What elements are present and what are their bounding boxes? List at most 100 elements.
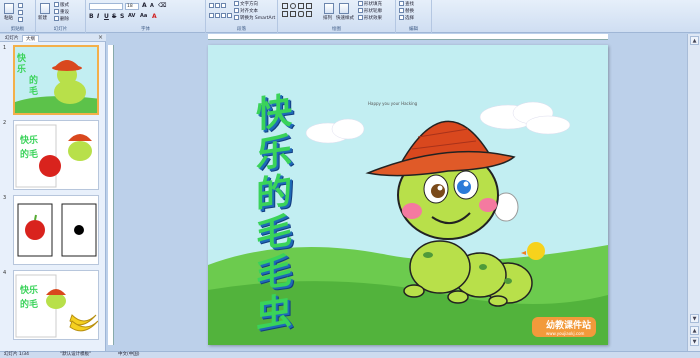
slide-caption: Happy you your Hacking [368, 101, 418, 106]
banana-book-thumb-image: 快乐 的毛 [15, 274, 98, 338]
slide-thumbnail-2[interactable]: 2 快乐 的毛 [3, 120, 103, 190]
font-size-box[interactable]: 18 [125, 3, 139, 10]
change-case-button[interactable]: Aa [140, 13, 147, 19]
svg-text:的毛: 的毛 [20, 298, 38, 310]
quick-styles-icon[interactable] [339, 3, 349, 14]
slide-number: 4 [3, 270, 7, 276]
svg-text:的: 的 [29, 74, 38, 86]
slide-thumb-image: 快乐 的毛 [13, 270, 99, 340]
smartart-button[interactable]: 转换为 SmartArt [234, 15, 275, 22]
more-shapes-icon[interactable] [306, 11, 312, 17]
slides-group: 新建 版式 重设 删除 幻灯片 [36, 0, 86, 33]
apple-dot-thumb-image [17, 203, 97, 257]
find-button[interactable]: 查找 [399, 1, 414, 8]
tab-slides[interactable]: 幻灯片 [2, 35, 22, 42]
caterpillar-thumb-image: 快 乐 的 毛 [15, 52, 97, 113]
italic-button[interactable]: I [97, 13, 99, 20]
slide-thumb-image: 快乐 的毛 [13, 120, 99, 190]
quick-styles-button[interactable]: 快速样式 [336, 16, 354, 22]
scroll-up-icon[interactable]: ▲ [690, 36, 699, 45]
shape-fill-button[interactable]: 形状填充 [358, 1, 382, 8]
svg-text:快乐: 快乐 [20, 134, 38, 146]
title-char: 虫 [256, 290, 293, 337]
scroll-down-icon[interactable]: ▼ [690, 314, 699, 323]
slide-thumb-image [13, 195, 99, 265]
cut-icon[interactable] [18, 3, 24, 10]
new-slide-button[interactable]: 新建 [38, 16, 47, 22]
svg-text:的毛: 的毛 [20, 148, 38, 160]
star-shape-icon[interactable] [290, 11, 296, 17]
slide-number: 3 [3, 195, 7, 201]
shape-effects-button[interactable]: 形状效果 [358, 15, 382, 22]
align-text-button[interactable]: 对齐文本 [234, 8, 258, 15]
format-painter-icon[interactable] [18, 17, 24, 24]
clear-format-icon[interactable]: ⌫ [158, 2, 166, 9]
replace-button[interactable]: 替换 [399, 8, 414, 15]
next-slide-icon[interactable]: ▼ [690, 337, 699, 346]
grow-font-icon[interactable]: A [142, 2, 147, 9]
vertical-ruler [108, 45, 114, 345]
svg-text:毛: 毛 [29, 85, 38, 97]
shrink-font-icon[interactable]: A [150, 3, 154, 9]
close-icon[interactable]: × [98, 34, 103, 42]
delete-button[interactable]: 删除 [54, 16, 69, 23]
slides-group-label: 幻灯片 [53, 27, 68, 32]
slide-thumbnail-1[interactable]: 1 快 乐 的 毛 [3, 45, 103, 115]
editing-group: 查找 替换 选择 编辑 [396, 0, 432, 33]
watermark-logo: 幼教课件站 www.youjiaokj.com [531, 317, 596, 337]
slide-title[interactable]: 快 乐 的 毛 毛 虫 [256, 90, 306, 337]
shadow-button[interactable]: S [120, 13, 124, 20]
theme-status: "默认设计模板" [60, 352, 92, 357]
horizontal-ruler [208, 34, 608, 40]
svg-text:乐: 乐 [17, 63, 26, 75]
paragraph-group: 文字方向 对齐文本 转换为 SmartArt 段落 [206, 0, 278, 33]
drawing-group-label: 绘图 [332, 27, 341, 32]
paste-button[interactable]: 粘贴 [4, 16, 13, 22]
prev-slide-icon[interactable]: ▲ [690, 326, 699, 335]
char-spacing-button[interactable]: AV [128, 13, 135, 19]
slide-number: 2 [3, 120, 7, 126]
font-name-box[interactable] [89, 3, 123, 10]
tab-outline[interactable]: 大纲 [22, 35, 39, 42]
slides-panel: 幻灯片 大纲 × 1 快 乐 的 毛 2 快乐 的毛 3 4 快乐 的毛 [0, 34, 106, 351]
rect-shape-icon[interactable] [282, 3, 288, 9]
shape-outline-button[interactable]: 形状轮廓 [358, 8, 382, 15]
language-status: 中文(中国) [118, 352, 140, 357]
triangle-shape-icon[interactable] [298, 3, 304, 9]
status-bar: 幻灯片 1/34 "默认设计模板" 中文(中国) [0, 351, 700, 358]
vertical-scrollbar[interactable]: ▲ ▼ ▲ ▼ [687, 34, 700, 351]
slide-canvas[interactable]: 快 乐 的 毛 毛 虫 Happy you your Hacking 幼教课件站… [208, 45, 608, 345]
arrange-button[interactable]: 排列 [323, 16, 332, 22]
slide-thumbnail-3[interactable]: 3 [3, 195, 103, 265]
text-direction-button[interactable]: 文字方向 [234, 1, 258, 8]
new-slide-icon[interactable] [40, 3, 50, 14]
slide-count-status: 幻灯片 1/34 [4, 352, 30, 357]
arrange-icon[interactable] [324, 3, 334, 14]
svg-text:快乐: 快乐 [20, 284, 38, 296]
panel-tabs: 幻灯片 大纲 × [0, 34, 106, 42]
slide-thumbnail-4[interactable]: 4 快乐 的毛 [3, 270, 103, 340]
strikethrough-button[interactable]: S [112, 13, 116, 20]
copy-icon[interactable] [18, 10, 24, 17]
clipboard-group-label: 剪贴板 [10, 27, 25, 32]
callout-shape-icon[interactable] [298, 11, 304, 17]
svg-text:快: 快 [17, 52, 27, 64]
paste-icon[interactable] [4, 3, 14, 14]
ribbon: 粘贴 剪贴板 新建 版式 重设 删除 幻灯片 18 A A ⌫ B I U S … [0, 0, 700, 33]
select-button[interactable]: 选择 [399, 15, 414, 22]
bold-button[interactable]: B [89, 13, 94, 20]
watermark-url: www.youjiaokj.com [545, 331, 585, 336]
reset-button[interactable]: 重设 [54, 9, 69, 16]
align-icons[interactable] [209, 13, 233, 20]
apple-book-thumb-image: 快乐 的毛 [15, 124, 92, 188]
font-group: 18 A A ⌫ B I U S S AV Aa A 字体 [86, 0, 206, 33]
font-color-button[interactable]: A [152, 13, 157, 20]
slide-thumb-image: 快 乐 的 毛 [13, 45, 99, 115]
underline-button[interactable]: U [104, 13, 109, 20]
layout-button[interactable]: 版式 [54, 2, 69, 9]
oval-shape-icon[interactable] [290, 3, 296, 9]
line-shape-icon[interactable] [306, 3, 312, 9]
arrow-shape-icon[interactable] [282, 11, 288, 17]
bullets-icon[interactable] [209, 3, 227, 10]
paragraph-group-label: 段落 [237, 27, 246, 32]
